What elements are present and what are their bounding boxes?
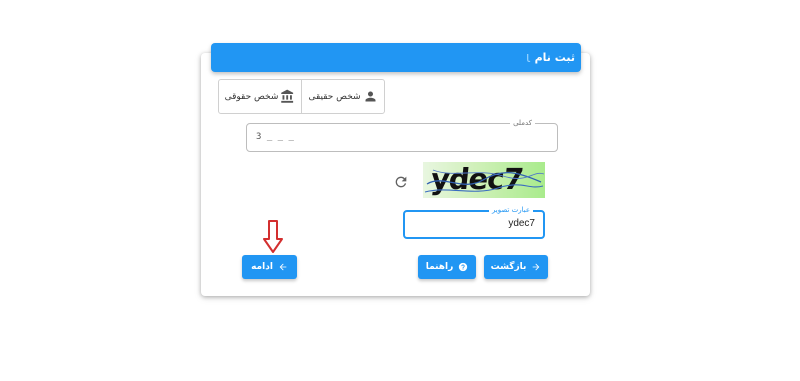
legal-person-button[interactable]: شخص حقوقی — [219, 80, 302, 113]
refresh-icon — [395, 176, 407, 188]
bank-icon — [281, 89, 294, 103]
arrow-left-icon — [279, 263, 287, 271]
captcha-input[interactable]: عبارت تصویر ydec7 — [403, 205, 545, 239]
back-label: بازگشت — [490, 262, 527, 272]
national-code-value: 3 _ _ _ — [256, 132, 294, 142]
arrow-right-icon — [533, 263, 540, 271]
help-icon — [459, 262, 468, 272]
header-logo-icon: ɩ — [525, 49, 531, 66]
natural-person-label: شخص حقیقی — [308, 91, 361, 102]
national-code-field[interactable]: کدملی 3 _ _ _ — [246, 118, 558, 152]
national-code-label: کدملی — [510, 118, 535, 128]
card-header: ثبت نام ɩ — [211, 43, 581, 72]
guide-button[interactable]: راهنما — [418, 255, 476, 279]
legal-person-label: شخص حقوقی — [224, 91, 279, 102]
down-arrow-hint-icon — [263, 220, 283, 253]
continue-label: ادامه — [251, 262, 273, 272]
person-icon — [365, 91, 376, 102]
captcha-noise — [424, 169, 545, 193]
captcha-image: ydec7 — [423, 162, 545, 198]
continue-button[interactable]: ادامه — [242, 255, 297, 279]
guide-label: راهنما — [425, 262, 454, 272]
person-type-toggle: شخص حقیقی شخص حقوقی — [218, 79, 385, 114]
back-button[interactable]: بازگشت — [484, 255, 548, 279]
captcha-input-label: عبارت تصویر — [488, 205, 533, 215]
captcha-input-value: ydec7 — [508, 218, 535, 229]
natural-person-button[interactable]: شخص حقیقی — [302, 80, 384, 113]
captcha-refresh-button[interactable] — [391, 172, 411, 192]
page-title: ثبت نام — [534, 51, 575, 64]
